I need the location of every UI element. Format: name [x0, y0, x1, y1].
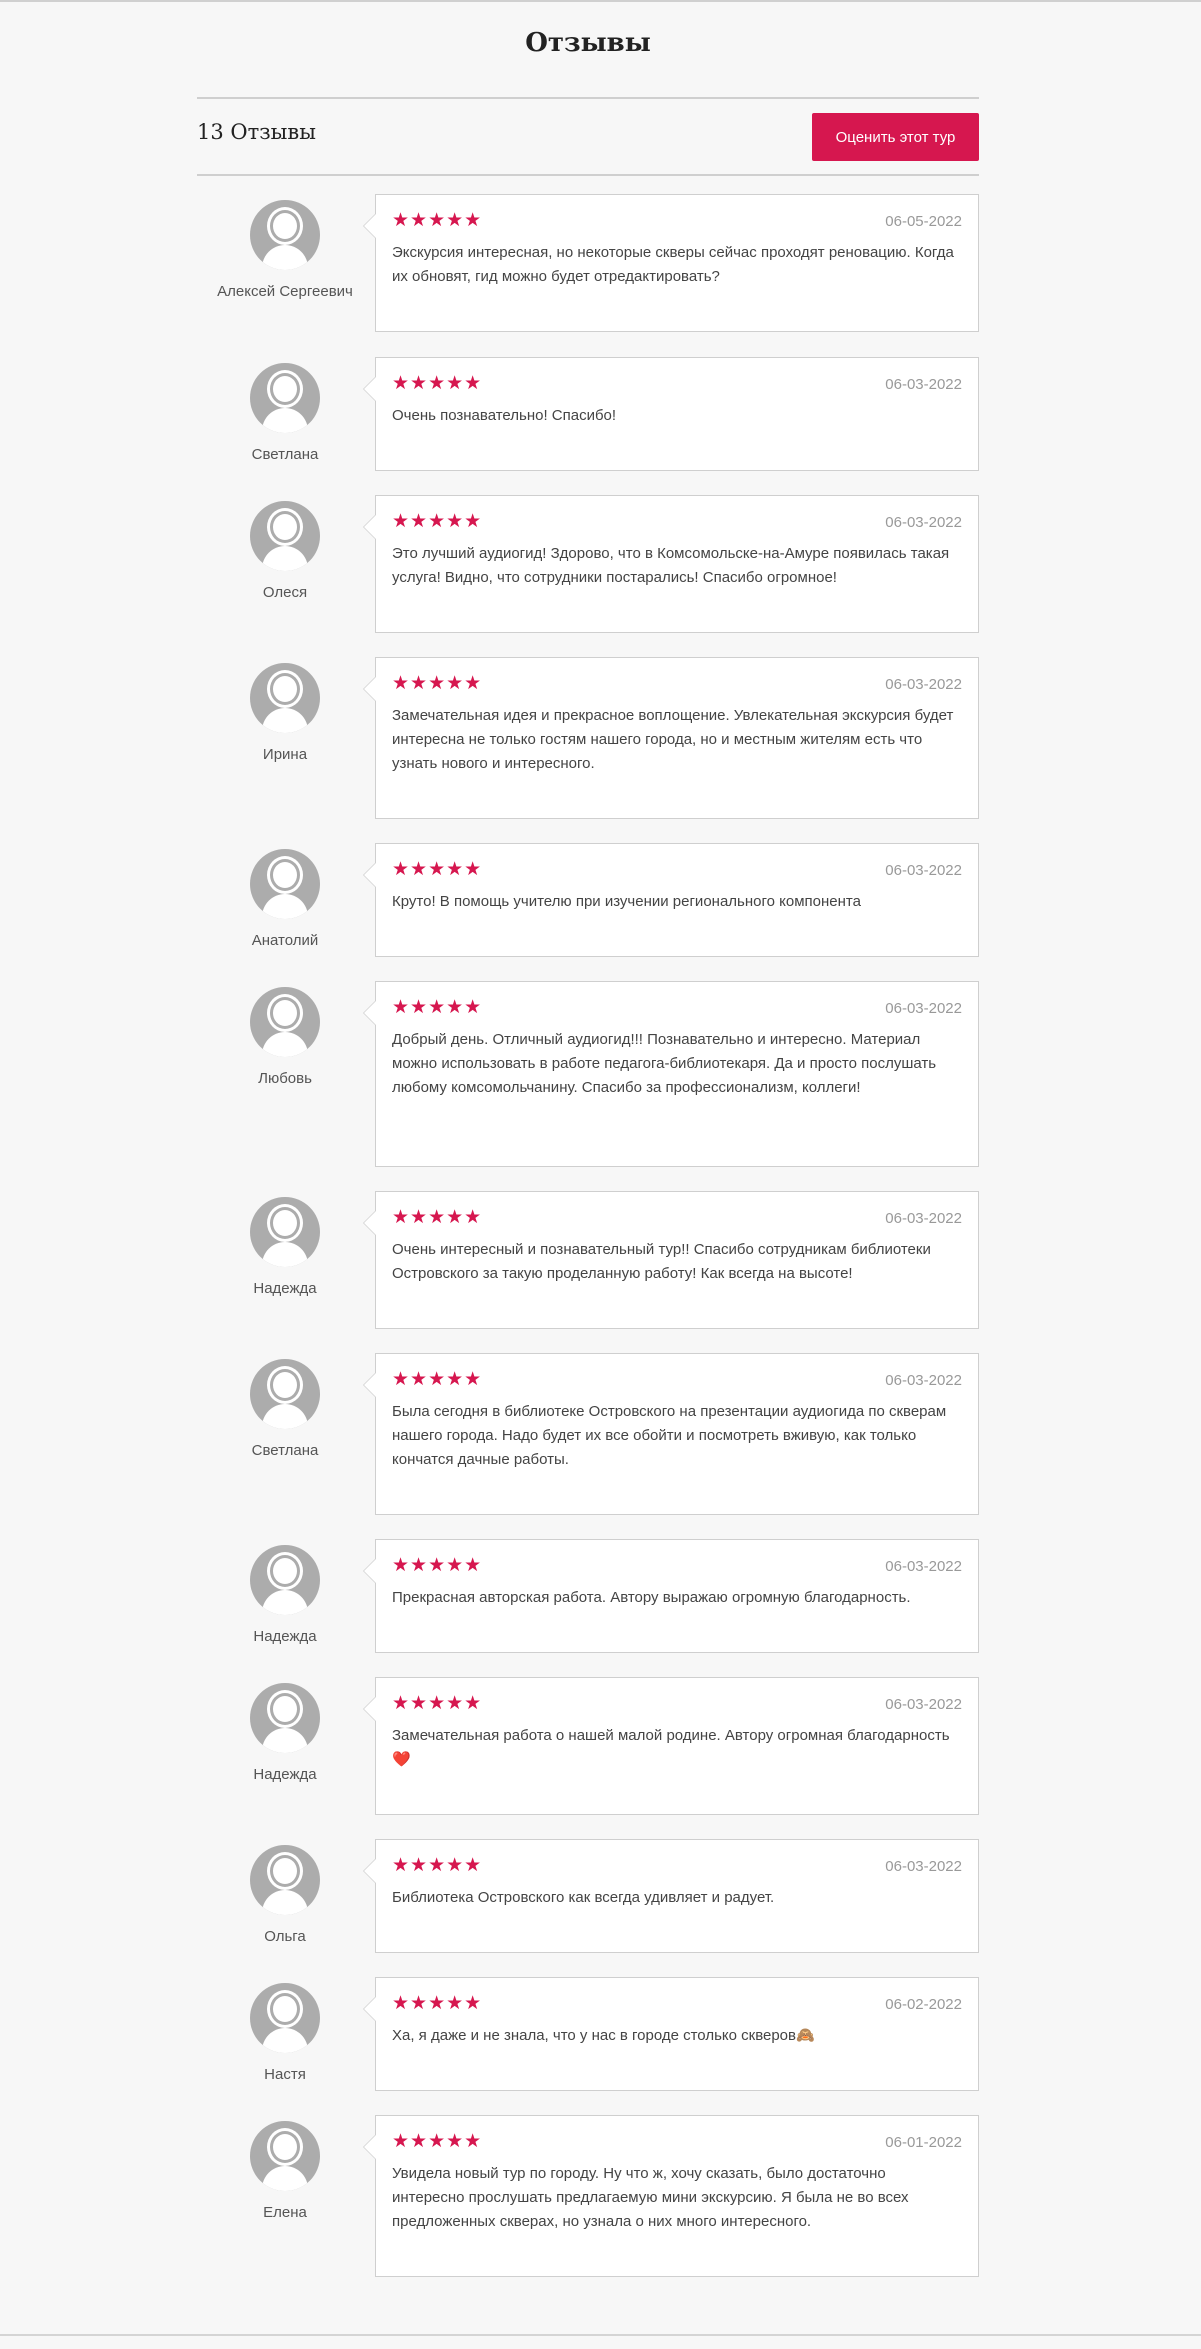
review-item: Надежда ★★★★★ 06-03-2022 Прекрасная авто… [197, 1539, 979, 1653]
avatar-icon [250, 1359, 320, 1429]
avatar-icon [250, 849, 320, 919]
review-card: ★★★★★ 06-05-2022 Экскурсия интересная, н… [363, 194, 979, 332]
divider [197, 97, 979, 99]
review-text: Замечательная идея и прекрасное воплощен… [392, 707, 954, 772]
author-name: Светлана [251, 1442, 319, 1459]
author-name: Елена [263, 2204, 307, 2221]
review-card: ★★★★★ 06-03-2022 Очень познавательно! Сп… [363, 357, 979, 471]
avatar-icon [250, 2121, 320, 2191]
review-text: Добрый день. Отличный аудиогид!!! Познав… [392, 1031, 937, 1096]
author-name: Любовь [258, 1070, 312, 1087]
review-item: Ольга ★★★★★ 06-03-2022 Библиотека Остров… [197, 1839, 979, 1953]
review-item: Любовь ★★★★★ 06-03-2022 Добрый день. Отл… [197, 981, 979, 1167]
author-name: Надежда [253, 1766, 317, 1783]
rating-stars-icon: ★★★★★ [392, 511, 483, 532]
avatar-icon [250, 1983, 320, 2053]
rating-stars-icon: ★★★★★ [392, 673, 483, 694]
review-card: ★★★★★ 06-03-2022 Библиотека Островского … [363, 1839, 979, 1953]
review-date: 06-03-2022 [885, 1000, 962, 1017]
rating-stars-icon: ★★★★★ [392, 1555, 483, 1576]
review-item: Ирина ★★★★★ 06-03-2022 Замечательная иде… [197, 657, 979, 819]
author-name: Анатолий [251, 932, 319, 949]
avatar-icon [250, 987, 320, 1057]
review-card: ★★★★★ 06-03-2022 Это лучший аудиогид! Зд… [363, 495, 979, 633]
review-date: 06-05-2022 [885, 213, 962, 230]
rating-stars-icon: ★★★★★ [392, 1369, 483, 1390]
author-name: Ольга [264, 1928, 306, 1945]
rating-stars-icon: ★★★★★ [392, 2131, 483, 2152]
review-text: Очень познавательно! Спасибо! [392, 407, 617, 424]
review-text: Была сегодня в библиотеке Островского на… [392, 1403, 947, 1468]
review-card: ★★★★★ 06-03-2022 Добрый день. Отличный а… [363, 981, 979, 1167]
review-card: ★★★★★ 06-03-2022 Очень интересный и позн… [363, 1191, 979, 1329]
rating-stars-icon: ★★★★★ [392, 997, 483, 1018]
review-card: ★★★★★ 06-03-2022 Прекрасная авторская ра… [363, 1539, 979, 1653]
review-text: Замечательная работа о нашей малой родин… [392, 1727, 950, 1768]
avatar-icon [250, 1545, 320, 1615]
review-date: 06-03-2022 [885, 1858, 962, 1875]
review-date: 06-02-2022 [885, 1996, 962, 2013]
review-card: ★★★★★ 06-03-2022 Замечательная идея и пр… [363, 657, 979, 819]
review-item: Елена ★★★★★ 06-01-2022 Увидела новый тур… [197, 2115, 979, 2277]
avatar-icon [250, 200, 320, 270]
review-item: Олеся ★★★★★ 06-03-2022 Это лучший аудиог… [197, 495, 979, 633]
review-date: 06-03-2022 [885, 1372, 962, 1389]
author-name: Алексей Сергеевич [217, 283, 353, 300]
review-item: Светлана ★★★★★ 06-03-2022 Очень познават… [197, 357, 979, 471]
review-text: Библиотека Островского как всегда удивля… [392, 1889, 775, 1906]
avatar-icon [250, 1683, 320, 1753]
rating-stars-icon: ★★★★★ [392, 373, 483, 394]
reviews-count: 13 Отзывы [197, 120, 316, 144]
review-item: Светлана ★★★★★ 06-03-2022 Была сегодня в… [197, 1353, 979, 1515]
rating-stars-icon: ★★★★★ [392, 1993, 483, 2014]
review-text: Круто! В помощь учителю при изучении рег… [392, 893, 861, 910]
review-date: 06-03-2022 [885, 1558, 962, 1575]
review-item: Настя ★★★★★ 06-02-2022 Ха, я даже и не з… [197, 1977, 979, 2091]
author-name: Надежда [253, 1628, 317, 1645]
review-date: 06-03-2022 [885, 862, 962, 879]
review-card: ★★★★★ 06-02-2022 Ха, я даже и не знала, … [363, 1977, 979, 2091]
top-divider [0, 0, 1201, 2]
review-item: Анатолий ★★★★★ 06-03-2022 Круто! В помощ… [197, 843, 979, 957]
rating-stars-icon: ★★★★★ [392, 1855, 483, 1876]
review-item: Надежда ★★★★★ 06-03-2022 Замечательная р… [197, 1677, 979, 1815]
review-text: Ха, я даже и не знала, что у нас в город… [392, 2027, 815, 2044]
review-text: Это лучший аудиогид! Здорово, что в Комс… [392, 545, 950, 586]
review-text: Экскурсия интересная, но некоторые сквер… [392, 244, 954, 285]
author-name: Светлана [251, 446, 319, 463]
bottom-divider [0, 2334, 1201, 2336]
avatar-icon [250, 1845, 320, 1915]
author-name: Олеся [262, 584, 308, 601]
review-card: ★★★★★ 06-03-2022 Замечательная работа о … [363, 1677, 979, 1815]
review-text: Прекрасная авторская работа. Автору выра… [392, 1589, 911, 1606]
review-item: Алексей Сергеевич ★★★★★ 06-05-2022 Экску… [197, 194, 979, 332]
avatar-icon [250, 501, 320, 571]
rate-tour-button[interactable]: Оценить этот тур [812, 113, 979, 161]
rating-stars-icon: ★★★★★ [392, 1693, 483, 1714]
author-name: Надежда [253, 1280, 317, 1297]
avatar-icon [250, 363, 320, 433]
review-date: 06-03-2022 [885, 676, 962, 693]
review-card: ★★★★★ 06-03-2022 Была сегодня в библиоте… [363, 1353, 979, 1515]
review-card: ★★★★★ 06-03-2022 Круто! В помощь учителю… [363, 843, 979, 957]
review-card: ★★★★★ 06-01-2022 Увидела новый тур по го… [363, 2115, 979, 2277]
review-date: 06-01-2022 [885, 2134, 962, 2151]
review-item: Надежда ★★★★★ 06-03-2022 Очень интересны… [197, 1191, 979, 1329]
page-title: Отзывы [525, 28, 651, 58]
divider [197, 174, 979, 176]
rating-stars-icon: ★★★★★ [392, 1207, 483, 1228]
review-date: 06-03-2022 [885, 376, 962, 393]
avatar-icon [250, 663, 320, 733]
author-name: Ирина [262, 746, 308, 763]
review-date: 06-03-2022 [885, 1696, 962, 1713]
author-name: Настя [264, 2066, 306, 2083]
review-date: 06-03-2022 [885, 514, 962, 531]
rating-stars-icon: ★★★★★ [392, 859, 483, 880]
rating-stars-icon: ★★★★★ [392, 210, 483, 231]
review-text: Увидела новый тур по городу. Ну что ж, х… [392, 2165, 909, 2230]
avatar-icon [250, 1197, 320, 1267]
review-text: Очень интересный и познавательный тур!! … [392, 1241, 931, 1282]
review-date: 06-03-2022 [885, 1210, 962, 1227]
